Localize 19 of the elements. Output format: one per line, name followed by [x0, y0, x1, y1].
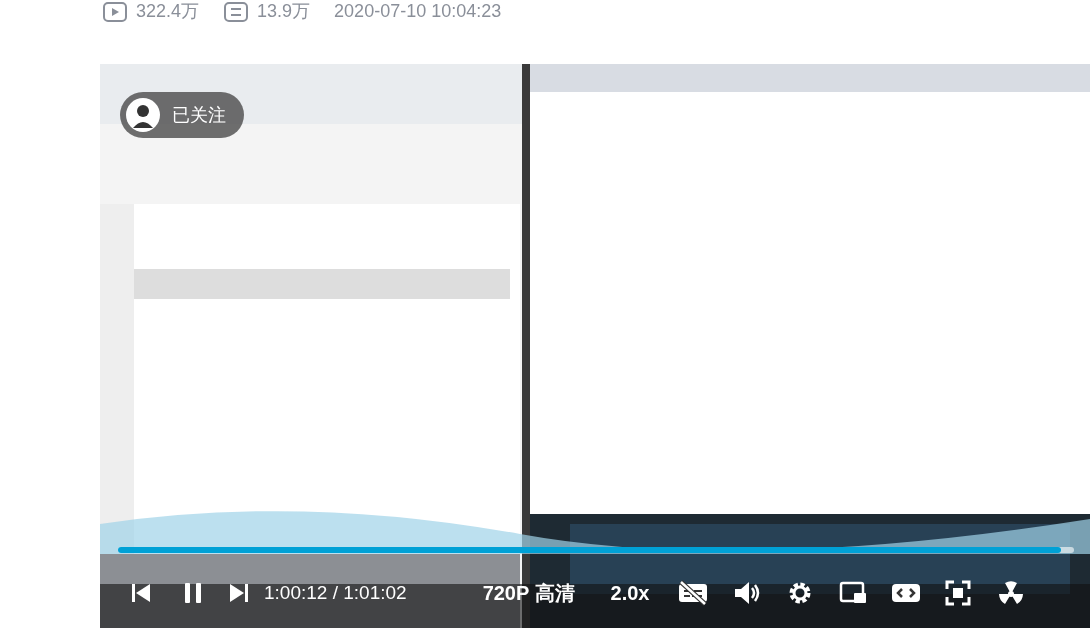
fullscreen-icon[interactable]	[945, 580, 972, 606]
pause-icon[interactable]	[182, 581, 204, 605]
subtitles-off-icon[interactable]	[677, 580, 710, 606]
avatar-icon	[126, 98, 160, 132]
speed-button[interactable]: 2.0x	[610, 578, 650, 608]
view-count: 322.4万	[136, 0, 200, 23]
play-count-icon	[102, 0, 128, 23]
follow-button[interactable]: 已关注	[120, 92, 244, 138]
publish-time: 2020-07-10 10:04:23	[334, 0, 502, 23]
previous-icon[interactable]	[130, 582, 152, 604]
next-icon[interactable]	[228, 582, 250, 604]
playback-time: 1:00:12 / 1:01:02	[264, 580, 407, 605]
volume-icon[interactable]	[733, 580, 762, 606]
comment-list-icon	[223, 0, 250, 23]
radiation-icon[interactable]	[997, 579, 1026, 607]
quality-button[interactable]: 720P 高清	[482, 578, 575, 608]
comment-count: 13.9万	[257, 0, 311, 23]
picture-in-picture-icon[interactable]	[839, 580, 868, 606]
widescreen-icon[interactable]	[891, 581, 922, 605]
